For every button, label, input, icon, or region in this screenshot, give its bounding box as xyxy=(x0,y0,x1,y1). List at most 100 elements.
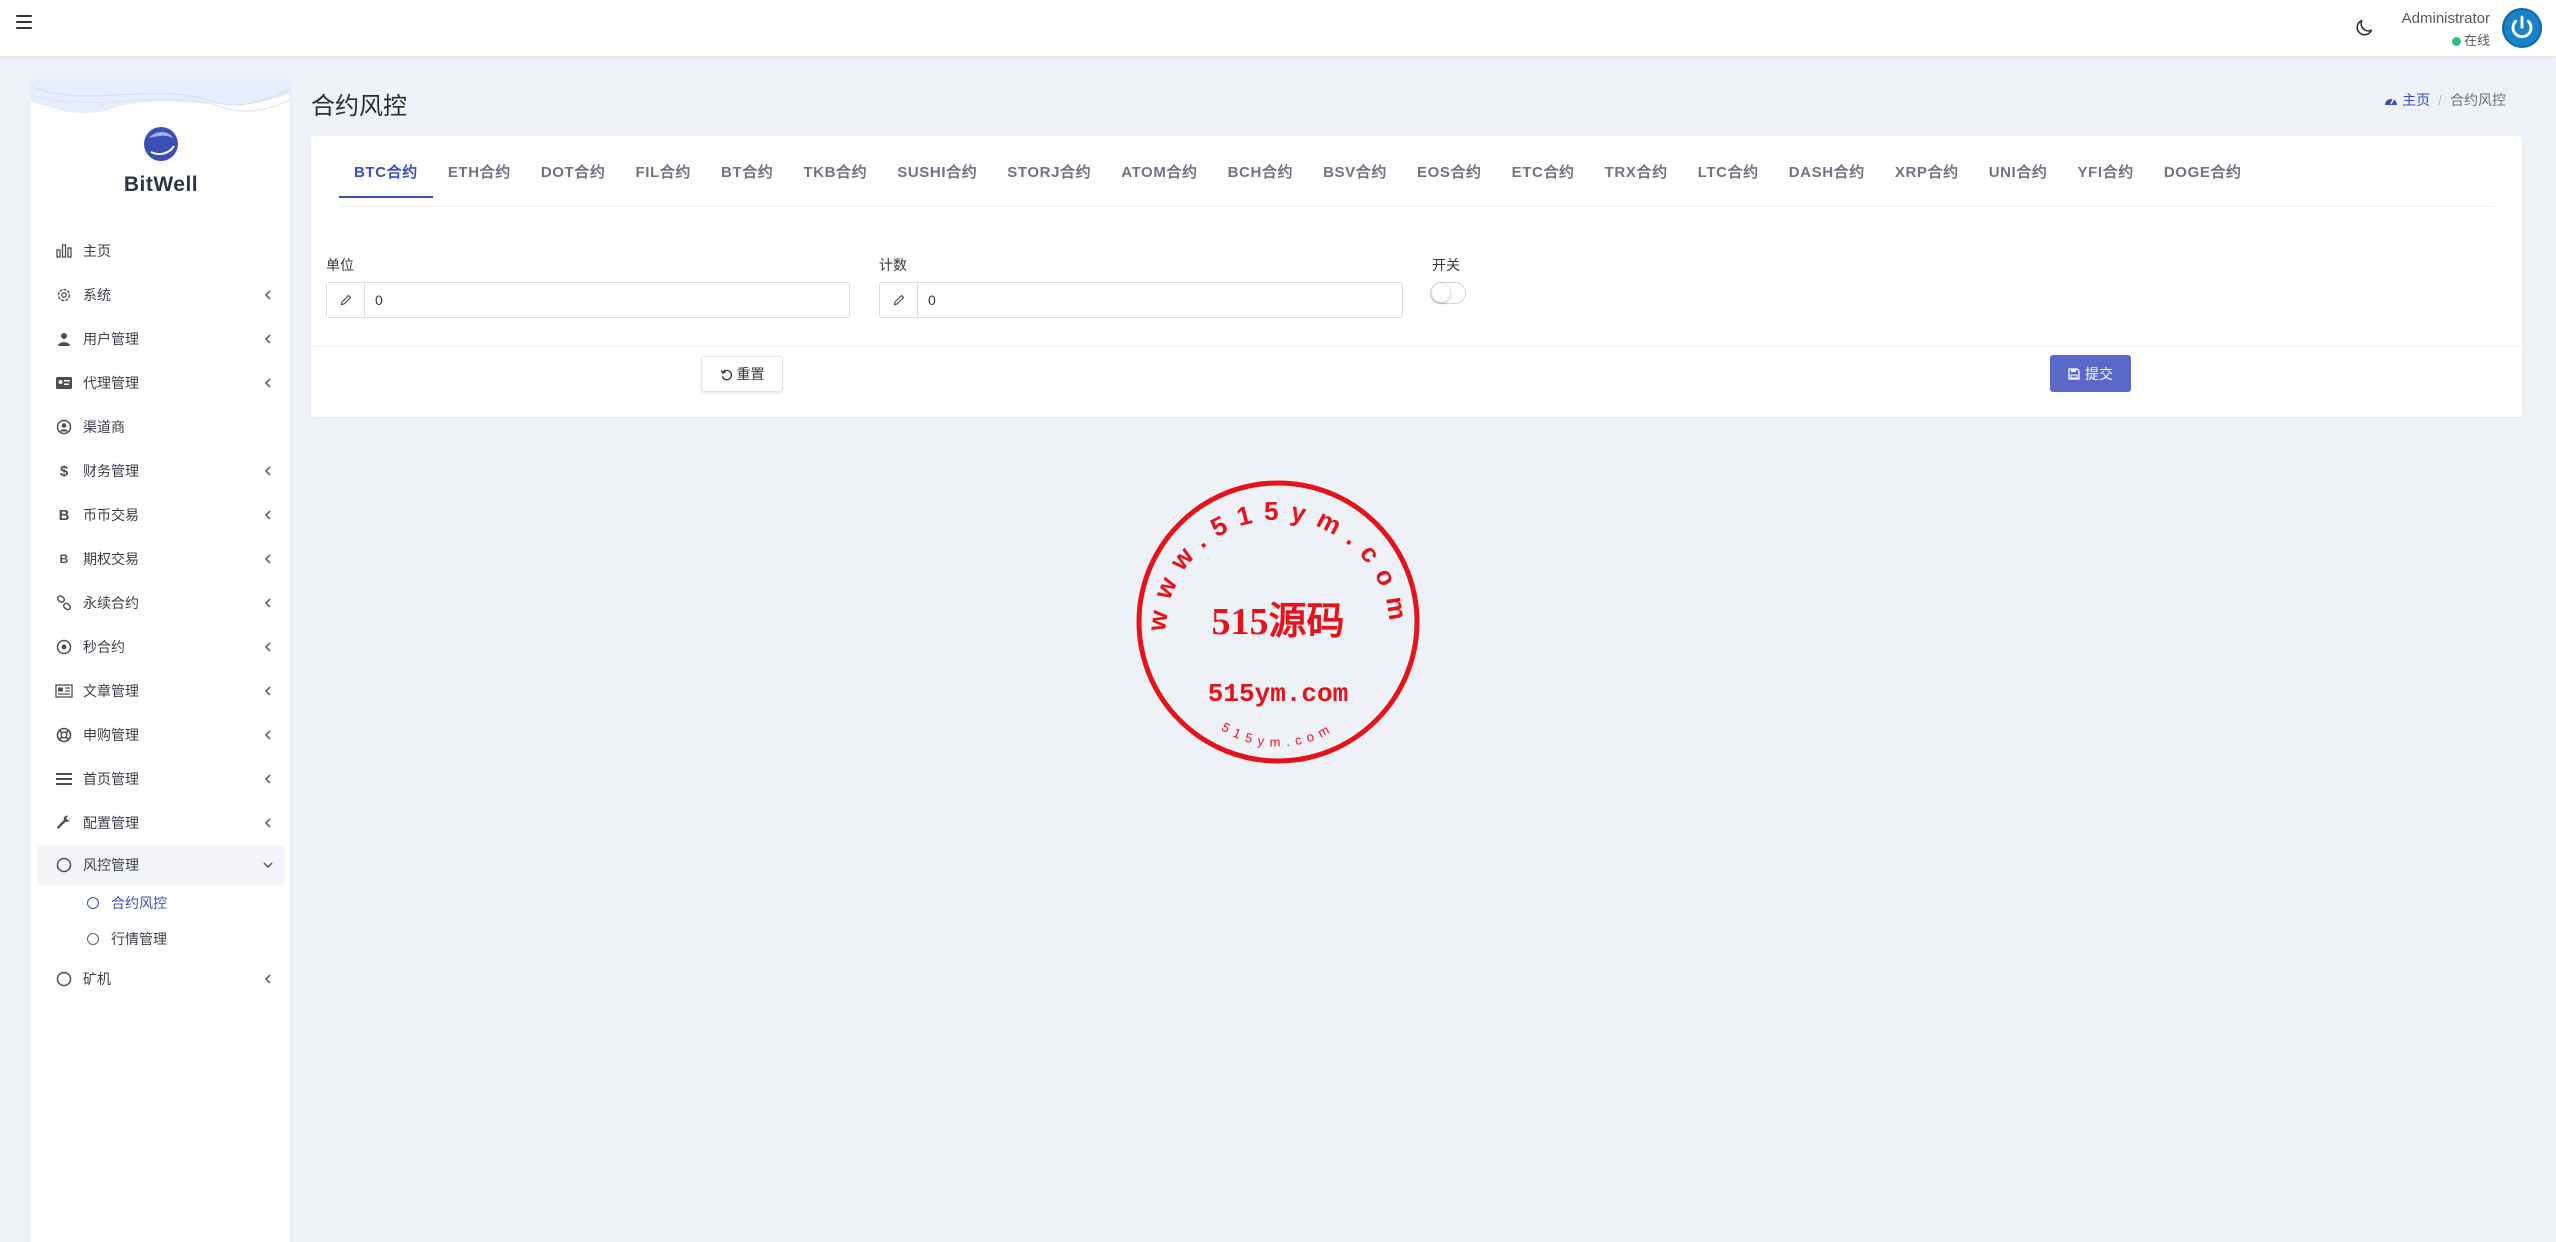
sidebar-item-second-contract[interactable]: 秒合约 xyxy=(37,625,285,669)
tab-tkb[interactable]: TKB合约 xyxy=(788,152,882,198)
unit-field xyxy=(326,282,850,318)
submenu-item-contract-risk[interactable]: 合约风控 xyxy=(37,885,285,921)
tab-bsv[interactable]: BSV合约 xyxy=(1308,152,1402,198)
bitcoin-small-icon: B xyxy=(59,552,69,566)
switch-label: 开关 xyxy=(1432,257,1460,273)
tab-atom[interactable]: ATOM合约 xyxy=(1106,152,1212,198)
menu-toggle-icon[interactable] xyxy=(16,15,32,31)
user-circle-icon xyxy=(53,418,75,436)
tab-dot[interactable]: DOT合约 xyxy=(526,152,621,198)
tab-etc[interactable]: ETC合约 xyxy=(1497,152,1590,198)
reset-button[interactable]: 重置 xyxy=(701,356,783,392)
online-dot-icon xyxy=(2451,37,2461,47)
bitcoin-icon: B xyxy=(58,506,70,524)
sidebar-item-agents[interactable]: 代理管理 xyxy=(37,361,285,405)
sidebar-item-miner[interactable]: 矿机 xyxy=(37,957,285,1001)
sidebar-item-label: 币币交易 xyxy=(83,507,139,523)
sidebar-menu: 主页 系统 用户管理 代理管理 渠道商 $ 财务管理 B 币币交易 B 期权交易… xyxy=(37,229,285,1001)
tab-eos[interactable]: EOS合约 xyxy=(1402,152,1497,198)
moon-icon[interactable] xyxy=(2353,17,2375,39)
sidebar-item-articles[interactable]: 文章管理 xyxy=(37,669,285,713)
tab-trx[interactable]: TRX合约 xyxy=(1590,152,1683,198)
newspaper-icon xyxy=(53,682,75,700)
chevron-left-icon xyxy=(264,378,271,388)
dot-circle-icon xyxy=(53,638,75,656)
sidebar-item-options[interactable]: B 期权交易 xyxy=(37,537,285,581)
chevron-left-icon xyxy=(264,974,271,984)
chevron-left-icon xyxy=(264,818,271,828)
tab-fil[interactable]: FIL合约 xyxy=(621,152,707,198)
submenu-item-market[interactable]: 行情管理 xyxy=(37,921,285,957)
sidebar-item-perpetual[interactable]: 永续合约 xyxy=(37,581,285,625)
circle-icon xyxy=(87,933,99,945)
sidebar-item-finance[interactable]: $ 财务管理 xyxy=(37,449,285,493)
sidebar-item-label: 矿机 xyxy=(83,971,111,987)
tab-bt[interactable]: BT合约 xyxy=(706,152,788,198)
sidebar-item-subscription[interactable]: 申购管理 xyxy=(37,713,285,757)
count-label: 计数 xyxy=(879,257,907,273)
unit-input[interactable] xyxy=(365,283,849,317)
count-field xyxy=(879,282,1403,318)
sidebar-item-label: 风控管理 xyxy=(83,857,139,873)
submit-button[interactable]: 提交 xyxy=(2050,355,2131,392)
page-title: 合约风控 xyxy=(311,93,407,120)
circle-icon xyxy=(53,856,75,874)
tab-yfi[interactable]: YFI合约 xyxy=(2063,152,2149,198)
tab-sushi[interactable]: SUSHI合约 xyxy=(882,152,992,198)
chart-icon xyxy=(53,242,75,260)
brand-name: BitWell xyxy=(123,173,199,196)
sidebar-item-spot-trading[interactable]: B 币币交易 xyxy=(37,493,285,537)
tab-btc[interactable]: BTC合约 xyxy=(339,152,433,198)
risk-control-card: BTC合约 ETH合约 DOT合约 FIL合约 BT合约 TKB合约 SUSHI… xyxy=(311,136,2522,417)
sidebar-item-home[interactable]: 主页 xyxy=(37,229,285,273)
unit-label: 单位 xyxy=(326,257,354,273)
tab-storj[interactable]: STORJ合约 xyxy=(992,152,1106,198)
breadcrumb-current: 合约风控 xyxy=(2450,92,2506,108)
list-icon xyxy=(53,770,75,788)
tab-xrp[interactable]: XRP合约 xyxy=(1880,152,1974,198)
id-card-icon xyxy=(53,374,75,392)
reset-label: 重置 xyxy=(736,366,765,382)
chevron-left-icon xyxy=(264,642,271,652)
sidebar-item-label: 配置管理 xyxy=(83,815,139,831)
sidebar-item-risk-control[interactable]: 风控管理 xyxy=(37,845,285,885)
sidebar-item-label: 财务管理 xyxy=(83,463,139,479)
tab-eth[interactable]: ETH合约 xyxy=(433,152,526,198)
sidebar-item-label: 文章管理 xyxy=(83,683,139,699)
sidebar-item-config[interactable]: 配置管理 xyxy=(37,801,285,845)
tab-bch[interactable]: BCH合约 xyxy=(1213,152,1309,198)
chevron-left-icon xyxy=(264,466,271,476)
breadcrumb-separator: / xyxy=(2438,92,2442,108)
admin-name[interactable]: Administrator xyxy=(2402,10,2490,27)
stamp-bottom-text: 515ym.com xyxy=(1219,719,1337,749)
sidebar-item-users[interactable]: 用户管理 xyxy=(37,317,285,361)
breadcrumb-home[interactable]: 主页 xyxy=(2384,90,2430,110)
sidebar-item-homepage[interactable]: 首页管理 xyxy=(37,757,285,801)
sidebar-item-system[interactable]: 系统 xyxy=(37,273,285,317)
sidebar-item-label: 系统 xyxy=(83,287,111,303)
tab-doge[interactable]: DOGE合约 xyxy=(2149,152,2257,198)
brand-logo-icon xyxy=(144,127,178,161)
chevron-left-icon xyxy=(264,686,271,696)
switch-toggle[interactable] xyxy=(1430,282,1466,304)
count-input[interactable] xyxy=(918,283,1402,317)
sidebar-item-channel[interactable]: 渠道商 xyxy=(37,405,285,449)
tab-uni[interactable]: UNI合约 xyxy=(1974,152,2063,198)
dashboard-icon xyxy=(2385,98,2398,105)
circle-icon xyxy=(53,970,75,988)
sidebar-item-label: 永续合约 xyxy=(83,595,139,611)
chevron-left-icon xyxy=(264,554,271,564)
chevron-left-icon xyxy=(264,510,271,520)
tab-ltc[interactable]: LTC合约 xyxy=(1683,152,1774,198)
sidebar-item-label: 代理管理 xyxy=(83,375,139,391)
chevron-down-icon xyxy=(263,862,273,869)
undo-icon xyxy=(720,369,732,380)
sidebar-item-label: 用户管理 xyxy=(83,331,139,347)
submenu-item-label: 合约风控 xyxy=(111,895,167,911)
tab-dash[interactable]: DASH合约 xyxy=(1774,152,1880,198)
top-bar: Administrator 在线 xyxy=(0,0,2556,57)
avatar[interactable] xyxy=(2502,8,2542,48)
chevron-left-icon xyxy=(264,774,271,784)
online-status: 在线 xyxy=(2451,30,2490,49)
breadcrumb: 主页 / 合约风控 xyxy=(2384,90,2506,110)
